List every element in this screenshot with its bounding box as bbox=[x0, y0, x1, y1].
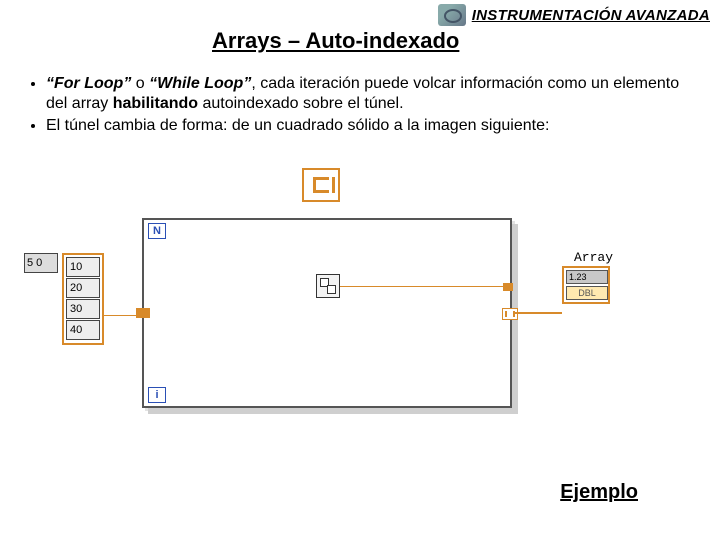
loop-i-terminal: i bbox=[148, 387, 166, 403]
labview-diagram: 5 0 10 20 30 40 N i Array 1.23 DBL bbox=[62, 168, 652, 428]
bullet-1-bold: habilitando bbox=[113, 95, 198, 112]
input-cell: 10 bbox=[66, 257, 100, 277]
input-cell: 40 bbox=[66, 320, 100, 340]
wire-endpoint-icon bbox=[503, 283, 513, 291]
input-cell: 20 bbox=[66, 278, 100, 298]
bullet-1: “For Loop” o “While Loop”, cada iteració… bbox=[46, 74, 702, 114]
bullet-1-mid1: o bbox=[131, 75, 149, 92]
output-array-header: 1.23 bbox=[566, 270, 608, 284]
bullet-1-tail: autoindexado sobre el túnel. bbox=[198, 95, 403, 112]
example-link[interactable]: Ejemplo bbox=[560, 481, 638, 504]
autoindex-tunnel-icon bbox=[302, 168, 340, 202]
page-title: Arrays – Auto-indexado bbox=[212, 28, 459, 54]
bullet-1-forloop: “For Loop” bbox=[46, 75, 131, 92]
output-autoindex-tunnel-icon bbox=[502, 308, 518, 320]
header-logo-icon bbox=[438, 4, 466, 26]
output-array-type: DBL bbox=[566, 286, 608, 300]
input-tunnel-icon bbox=[136, 308, 150, 318]
loop-n-terminal: N bbox=[148, 223, 166, 239]
input-array-box: 10 20 30 40 bbox=[62, 253, 104, 345]
for-loop-frame: N i bbox=[142, 218, 512, 408]
array-size-field: 5 0 bbox=[24, 253, 58, 273]
bullet-list: “For Loop” o “While Loop”, cada iteració… bbox=[26, 74, 702, 138]
random-number-icon bbox=[316, 274, 340, 298]
output-array-label: Array bbox=[574, 250, 613, 265]
wire-output bbox=[514, 312, 562, 314]
wire-dice-to-tunnel bbox=[340, 286, 512, 287]
input-cell: 30 bbox=[66, 299, 100, 319]
header-brand: INSTRUMENTACIÓN AVANZADA bbox=[472, 7, 710, 24]
bullet-1-whileloop: “While Loop” bbox=[149, 75, 251, 92]
input-array-control: 5 0 10 20 30 40 bbox=[62, 253, 104, 345]
bullet-2: El túnel cambia de forma: de un cuadrado… bbox=[46, 116, 702, 136]
output-array-indicator: 1.23 DBL bbox=[562, 266, 610, 304]
